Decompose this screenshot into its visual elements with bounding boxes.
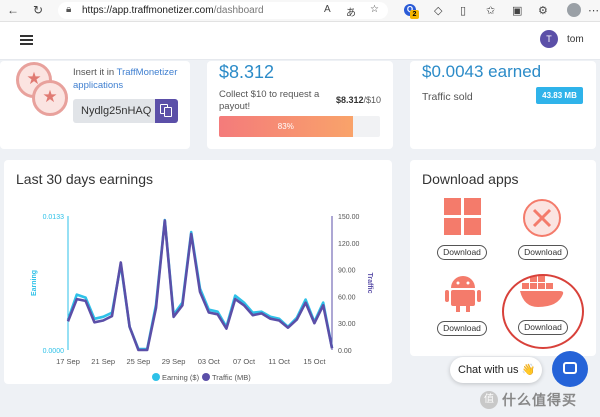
app-header: T tom bbox=[0, 22, 600, 60]
x-tick-label: 03 Oct bbox=[198, 357, 221, 366]
payout-note: Collect $10 to request a payout! bbox=[219, 89, 320, 112]
menu-icon[interactable] bbox=[20, 35, 33, 45]
avatar[interactable]: T bbox=[540, 30, 558, 48]
download-macos-button[interactable]: Download bbox=[518, 245, 568, 260]
payout-progress-bar: 83% bbox=[219, 116, 380, 137]
read-aloud-icon[interactable]: A bbox=[324, 4, 331, 15]
download-android-button[interactable]: Download bbox=[437, 321, 487, 336]
back-icon[interactable]: ← bbox=[7, 3, 19, 17]
legend-label: Earning ($) bbox=[162, 373, 200, 382]
download-windows-button[interactable]: Download bbox=[437, 245, 487, 260]
progress-fill: 83% bbox=[219, 116, 353, 137]
legend-marker bbox=[152, 373, 160, 381]
traffic-label: Traffic sold bbox=[422, 91, 473, 103]
chat-button[interactable] bbox=[552, 351, 588, 387]
balance-amount: $8.312 bbox=[219, 62, 275, 82]
x-tick-label: 15 Oct bbox=[303, 357, 326, 366]
legend-marker bbox=[202, 373, 210, 381]
earnings-chart: 0.00 30.00 60.00 90.00 120.00 150.00 0.0000 0.0… bbox=[31, 214, 373, 382]
referral-text: Insert it in TraffMonetizer applications bbox=[73, 67, 178, 91]
series-line-traffic bbox=[66, 219, 334, 352]
y-right-tick-label: 0.00 bbox=[338, 348, 352, 355]
x-tick-label: 29 Sep bbox=[162, 357, 186, 366]
y-right-tick-label: 60.00 bbox=[338, 294, 356, 301]
extension-icon[interactable]: Q2 bbox=[404, 4, 419, 19]
y-left-tick-label: 0.0133 bbox=[43, 214, 65, 221]
x-tick-label: 11 Oct bbox=[268, 357, 290, 366]
traffic-amount-badge: 43.83 MB bbox=[536, 87, 583, 104]
chat-with-us-bubble[interactable]: Chat with us 👋 bbox=[450, 357, 542, 383]
referral-code-field[interactable]: Nydlg25nHAQ bbox=[73, 99, 155, 123]
y-right-tick-label: 30.00 bbox=[338, 321, 356, 328]
earnings-title: Last 30 days earnings bbox=[16, 171, 153, 187]
reload-icon[interactable]: ↻ bbox=[33, 3, 43, 17]
wave-icon: 👋 bbox=[521, 364, 536, 376]
legend-label: Traffic (MB) bbox=[212, 373, 251, 382]
username[interactable]: tom bbox=[567, 34, 584, 45]
traffic-earned: $0.0043 earned bbox=[422, 62, 542, 81]
browser-toolbar: ← ↻ 🔒︎ https://app.traffmonetizer.com/da… bbox=[0, 0, 600, 22]
address-bar[interactable]: 🔒︎ https://app.traffmonetizer.com/dashbo… bbox=[58, 2, 388, 19]
more-icon[interactable]: ⋯ bbox=[588, 4, 599, 17]
chat-icon bbox=[563, 362, 577, 374]
highlight-circle bbox=[502, 274, 584, 349]
y-left-tick-label: 0.0000 bbox=[43, 348, 65, 355]
y-right-tick-label: 90.00 bbox=[338, 268, 356, 275]
download-title: Download apps bbox=[422, 171, 519, 187]
x-tick-label: 17 Sep bbox=[56, 357, 80, 366]
y-right-tick-label: 150.00 bbox=[338, 214, 360, 221]
favorite-star-icon[interactable]: ☆ bbox=[370, 4, 379, 15]
browser-profile-icon[interactable] bbox=[567, 3, 581, 17]
android-icon bbox=[445, 276, 481, 312]
collections-icon[interactable]: ▣ bbox=[512, 4, 522, 17]
x-tick-label: 21 Sep bbox=[91, 357, 115, 366]
traffmonetizer-link[interactable]: TraffMonetizer bbox=[117, 67, 178, 78]
y-right-tick-label: 120.00 bbox=[338, 241, 360, 248]
url-text: https://app.traffmonetizer.com/dashboard bbox=[82, 5, 264, 16]
favorites-icon[interactable]: ✩ bbox=[486, 4, 495, 17]
watermark-logo: 值 bbox=[480, 391, 498, 409]
macos-icon bbox=[523, 199, 561, 237]
x-tick-label: 07 Oct bbox=[233, 357, 256, 366]
y-left-axis-title: Earning bbox=[31, 270, 38, 296]
split-screen-icon[interactable]: ▯ bbox=[460, 4, 466, 17]
translate-icon[interactable]: あ bbox=[346, 4, 356, 19]
y-right-axis-title: Traffic bbox=[366, 272, 373, 293]
x-tick-label: 25 Sep bbox=[127, 357, 151, 366]
watermark: 什么值得买 bbox=[502, 392, 577, 408]
browser-extension-icon[interactable]: ⚙︎ bbox=[538, 4, 548, 17]
copy-button[interactable] bbox=[155, 99, 178, 123]
lock-icon: 🔒︎ bbox=[66, 4, 72, 15]
referral-badge-icon: ★ bbox=[32, 80, 68, 116]
extensions-icon[interactable]: ◇ bbox=[434, 4, 442, 17]
windows-icon bbox=[444, 198, 481, 235]
balance-progress-text: $8.312/$10 bbox=[336, 95, 382, 105]
